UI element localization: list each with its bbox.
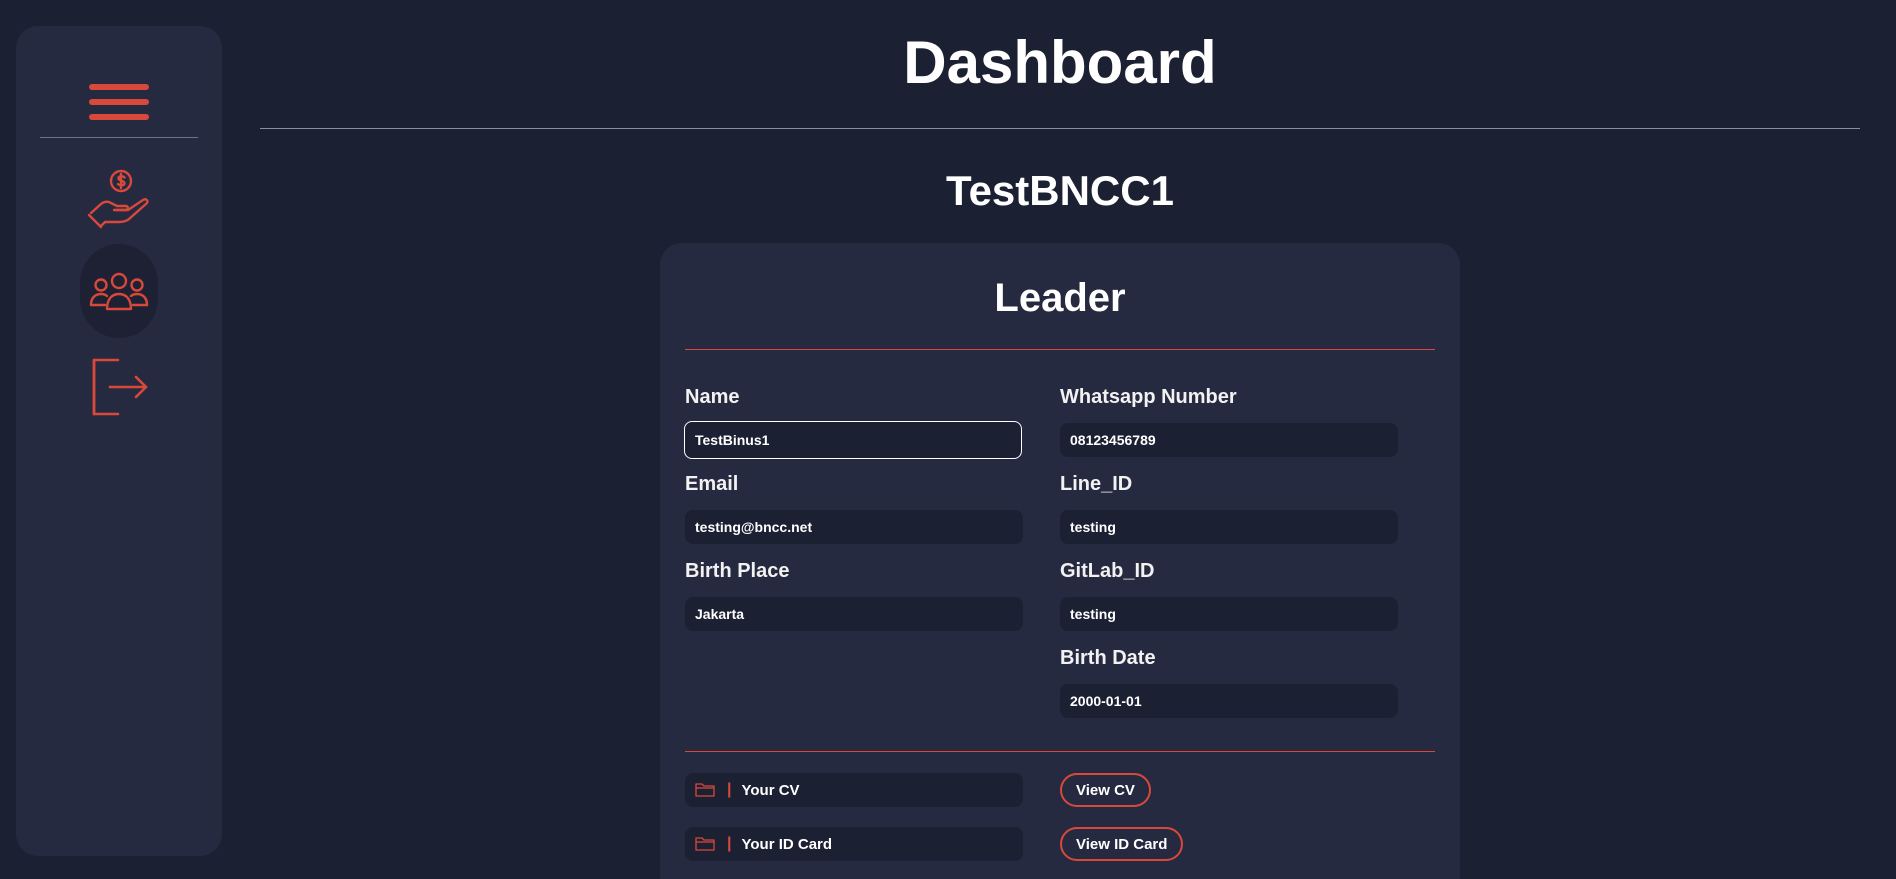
name-label: Name [685,386,740,408]
header-divider [260,128,1860,129]
folder-icon [695,836,717,852]
leader-card: Leader Name Email Birth Place Whatsapp N… [660,243,1460,879]
file-separator: | [727,835,732,852]
line-id-input[interactable] [1060,510,1398,544]
logout-icon[interactable] [84,352,154,422]
email-input[interactable] [685,510,1023,544]
sidebar [16,26,222,856]
whatsapp-input[interactable] [1060,423,1398,457]
birth-date-input[interactable] [1060,684,1398,718]
line-id-label: Line_ID [1060,473,1133,495]
id-card-file-field[interactable]: | Your ID Card [685,827,1023,861]
sidebar-divider [40,137,198,138]
view-id-card-button[interactable]: View ID Card [1060,827,1184,861]
birth-date-label: Birth Date [1060,647,1156,669]
id-card-file-label: Your ID Card [741,835,833,853]
team-name: TestBNCC1 [946,167,1174,214]
email-label: Email [685,473,739,495]
birth-place-input[interactable] [685,597,1023,631]
folder-icon [695,782,717,798]
gitlab-id-label: GitLab_ID [1060,560,1155,582]
gitlab-id-input[interactable] [1060,597,1398,631]
file-separator: | [727,781,732,798]
payment-icon[interactable] [84,166,154,236]
menu-icon[interactable] [89,84,149,128]
card-title: Leader [994,276,1126,320]
birth-place-label: Birth Place [685,560,790,582]
cv-file-label: Your CV [741,781,800,799]
page-title: Dashboard [903,29,1217,96]
whatsapp-label: Whatsapp Number [1060,386,1237,408]
name-input[interactable] [684,421,1022,459]
card-divider-bottom [685,751,1435,752]
team-icon[interactable] [80,244,158,338]
cv-file-field[interactable]: | Your CV [685,773,1023,807]
card-divider-top [685,349,1435,350]
view-cv-button[interactable]: View CV [1060,773,1151,807]
